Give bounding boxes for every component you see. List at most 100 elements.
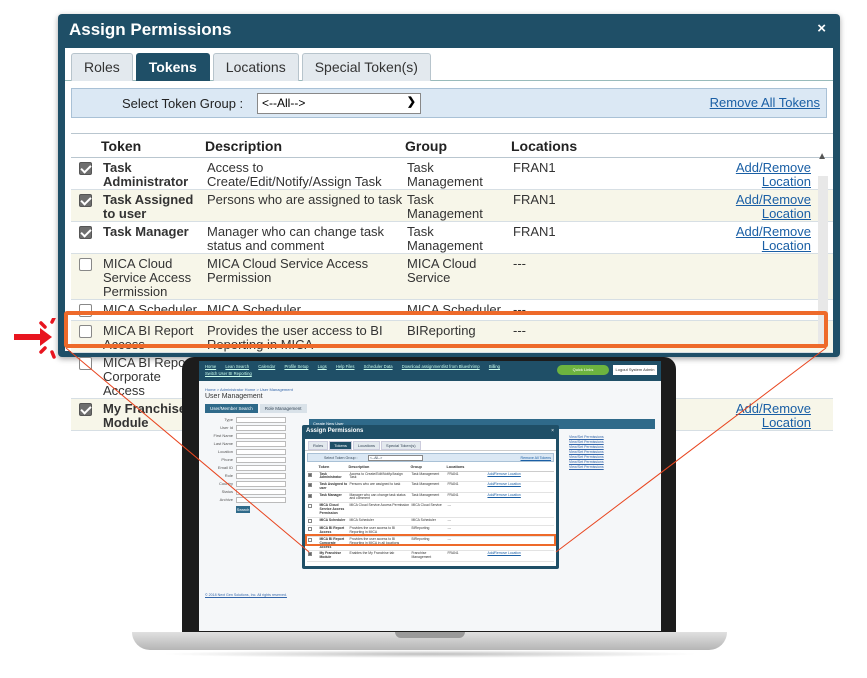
form-input[interactable]	[236, 433, 286, 439]
row-checkbox-cell	[71, 189, 101, 222]
mini-token-group-select[interactable]: <--All-->	[368, 455, 423, 461]
mini-checkbox[interactable]	[308, 472, 312, 477]
add-remove-location-link[interactable]: Add/Remove Location	[736, 160, 811, 189]
mini-token-name: Task Assigned to user	[318, 481, 349, 493]
mini-tab-roles[interactable]: Roles	[308, 441, 329, 450]
table-row: Task Assigned to user Persons who are ass…	[71, 189, 833, 222]
tab-role-management[interactable]: Role Management	[259, 404, 307, 413]
form-input[interactable]	[236, 473, 286, 479]
tab-locations[interactable]: Locations	[212, 53, 299, 81]
add-remove-location-link[interactable]: Add/Remove Location	[736, 401, 811, 430]
token-description: MICA Cloud Service Access Permission	[205, 253, 405, 300]
tab-roles[interactable]: Roles	[71, 53, 133, 81]
mini-add-remove-location-link[interactable]: Add/Remove Location	[486, 481, 554, 493]
add-remove-location-link[interactable]: Add/Remove Location	[736, 192, 811, 221]
nav-item-home[interactable]: Home	[205, 364, 216, 369]
row-checkbox[interactable]	[79, 258, 92, 271]
view-set-permissions-link[interactable]: View/Set Permissions	[569, 465, 604, 470]
mini-token-locations: FRAN1	[446, 471, 487, 483]
mini-checkbox[interactable]	[308, 483, 312, 488]
mini-tab-tokens[interactable]: Tokens	[329, 441, 352, 450]
mini-token-group-bar: Select Token Group : <--All--> Remove Al…	[307, 453, 554, 462]
row-checkbox[interactable]	[79, 162, 92, 175]
tab-user-search[interactable]: User/Member Search	[205, 404, 258, 413]
nav-item-profile-setup[interactable]: Profile Setup	[284, 364, 308, 369]
screen-nav-bar: Home Lean Search Calendar Profile Setup …	[199, 361, 661, 381]
row-action-cell	[701, 253, 833, 300]
form-label: First Name	[213, 433, 233, 438]
mini-checkbox[interactable]	[308, 493, 312, 498]
mini-checkbox[interactable]	[308, 527, 312, 532]
nav-item-billing[interactable]: Billing	[489, 364, 500, 369]
mini-col-checkbox	[307, 464, 319, 472]
nav-item-help-files[interactable]: Help Files	[336, 364, 355, 369]
row-checkbox[interactable]	[79, 357, 92, 370]
token-name: Task Manager	[101, 221, 205, 254]
mini-col-token: Token	[318, 464, 349, 472]
token-group-select[interactable]: <--All--> ❯	[257, 93, 421, 114]
row-checkbox[interactable]	[79, 226, 92, 239]
mini-checkbox[interactable]	[308, 518, 312, 523]
mini-add-remove-location-link[interactable]: Add/Remove Location	[486, 471, 554, 483]
form-input[interactable]	[236, 465, 286, 471]
mini-token-group-label: Select Token Group :	[324, 456, 358, 460]
nav-item-lean-search[interactable]: Lean Search	[225, 364, 249, 369]
mini-token-group: MICA Scheduler	[410, 517, 447, 527]
mini-checkbox[interactable]	[308, 552, 312, 557]
mini-checkbox[interactable]	[308, 504, 312, 509]
mini-tokens-body: Task Administrator Access to Create/Edit/…	[307, 471, 554, 563]
mini-token-locations: FRAN1	[446, 492, 487, 504]
token-locations: FRAN1	[511, 189, 701, 222]
nav-item-logs[interactable]: Logs	[318, 364, 327, 369]
copyright[interactable]: © 2018 Next Gen Solutions, Inc. All righ…	[205, 593, 287, 597]
mini-add-remove-location-link[interactable]	[486, 517, 554, 527]
mini-checkbox-cell	[307, 471, 319, 483]
form-input[interactable]	[236, 425, 286, 431]
mini-tab-special-tokens[interactable]: Special Token(s)	[381, 441, 421, 450]
table-header-row: Token Description Group Locations	[71, 133, 833, 158]
form-input[interactable]	[236, 441, 286, 447]
mini-add-remove-location-link[interactable]: Add/Remove Location	[486, 550, 554, 563]
form-label: Last Name	[213, 441, 233, 446]
form-input[interactable]	[236, 489, 286, 495]
mini-tab-locations[interactable]: Locations	[352, 441, 381, 450]
logout-button[interactable]: Logout System Admin	[613, 365, 657, 375]
nav-item-calendar[interactable]: Calendar	[258, 364, 275, 369]
mini-table-row: MICA Scheduler MICA Scheduler MICA Schedul…	[307, 517, 554, 527]
nav-item-scheduler-data[interactable]: Scheduler Data	[364, 364, 393, 369]
form-input[interactable]	[236, 417, 286, 423]
mini-add-remove-location-link[interactable]	[486, 502, 554, 518]
quick-links-button[interactable]: Quick Links	[557, 365, 609, 375]
search-button[interactable]: Search	[236, 506, 250, 513]
tab-special-tokens[interactable]: Special Token(s)	[301, 53, 431, 81]
dialog-title: Assign Permissions	[69, 20, 232, 39]
col-checkbox	[71, 133, 101, 158]
mini-close-icon[interactable]: ×	[551, 428, 554, 434]
breadcrumb[interactable]: Home > Administrator Home > User Managem…	[205, 387, 293, 392]
mini-table-row: Task Administrator Access to Create/Edit/…	[307, 471, 554, 483]
add-remove-location-link[interactable]: Add/Remove Location	[736, 224, 811, 253]
remove-all-tokens-link[interactable]: Remove All Tokens	[710, 95, 820, 110]
nav-item-download[interactable]: Download assignmentlist from Blueshrimp	[402, 364, 480, 369]
mini-add-remove-location-link[interactable]: Add/Remove Location	[486, 492, 554, 504]
row-checkbox[interactable]	[79, 403, 92, 416]
token-locations: FRAN1	[511, 221, 701, 254]
row-checkbox-cell	[71, 253, 101, 300]
tab-tokens[interactable]: Tokens	[135, 53, 210, 81]
close-icon[interactable]: ×	[817, 20, 826, 37]
permission-links: View/Set Permissions View/Set Permissions…	[569, 435, 604, 470]
form-input[interactable]	[236, 481, 286, 487]
row-action-cell: Add/Remove Location	[701, 221, 833, 254]
col-group: Group	[405, 133, 511, 158]
mini-token-description: Persons who are assigned to task	[348, 481, 411, 493]
form-input[interactable]	[236, 449, 286, 455]
mini-token-group: Task Management	[410, 492, 447, 504]
row-checkbox[interactable]	[79, 194, 92, 207]
scroll-up-icon[interactable]: ▲	[817, 151, 827, 162]
row-action-cell	[701, 352, 833, 399]
form-input[interactable]	[236, 457, 286, 463]
mini-checkbox-cell	[307, 481, 319, 493]
mini-remove-all-link[interactable]: Remove All Tokens	[521, 456, 552, 460]
col-token: Token	[101, 133, 205, 158]
form-input[interactable]	[236, 497, 286, 503]
